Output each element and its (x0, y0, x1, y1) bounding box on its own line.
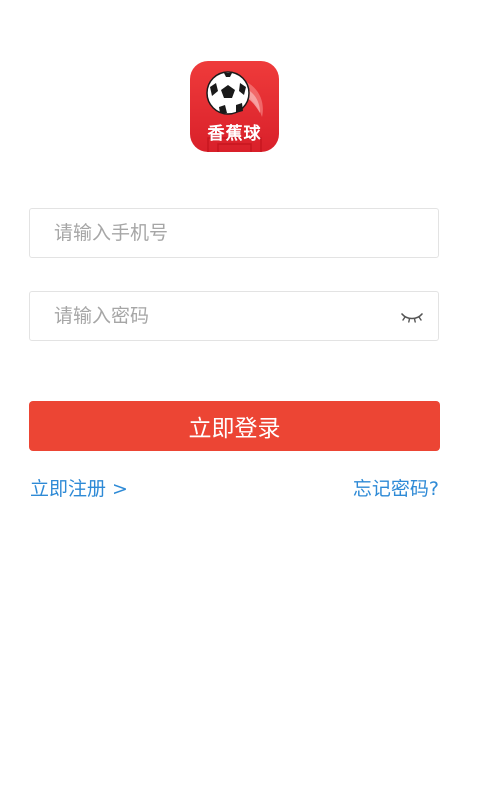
password-field[interactable] (29, 291, 439, 341)
phone-input[interactable] (54, 209, 394, 257)
app-logo: 香蕉球 (190, 61, 279, 152)
phone-field[interactable] (29, 208, 439, 258)
logo-text: 香蕉球 (207, 124, 262, 144)
password-input[interactable] (54, 292, 394, 340)
register-link[interactable]: 立即注册 > (30, 474, 128, 501)
eye-closed-icon[interactable] (400, 307, 424, 327)
login-button[interactable]: 立即登录 (29, 401, 440, 451)
forgot-password-link[interactable]: 忘记密码? (353, 474, 439, 501)
